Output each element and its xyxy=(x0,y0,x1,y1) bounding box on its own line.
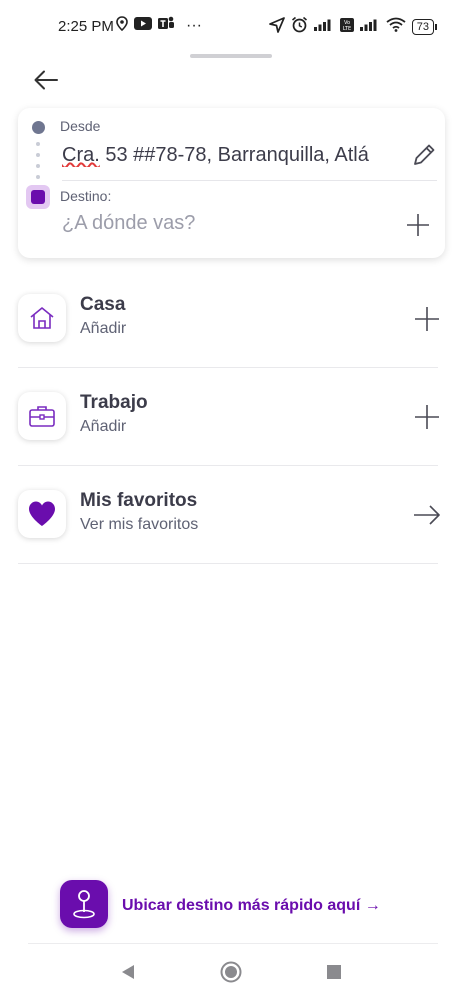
origin-value-abbrev: Cra. xyxy=(62,144,100,166)
svg-text:LTE: LTE xyxy=(343,26,351,32)
saved-place-title: Trabajo xyxy=(80,392,148,413)
open-favorites-button[interactable] xyxy=(412,500,442,530)
origin-label: Desde xyxy=(60,118,101,134)
saved-place-subtitle: Añadir xyxy=(80,320,127,337)
bottom-divider xyxy=(28,943,438,944)
origin-value-rest: 53 ##78-78, Barranquilla, Atlá xyxy=(99,144,369,166)
destination-label: Destino: xyxy=(60,188,112,204)
arrow-left-icon xyxy=(33,69,59,96)
promo-text: Ubicar destino más rápido aquí → xyxy=(122,897,381,914)
back-button[interactable] xyxy=(30,66,62,98)
system-nav-bar xyxy=(0,950,462,1000)
saved-place-subtitle: Ver mis favoritos xyxy=(80,516,199,533)
more-dots: ··· xyxy=(186,17,202,34)
quick-destination-button[interactable]: Ubicar destino más rápido aquí → xyxy=(60,880,420,930)
battery-icon: 73 xyxy=(411,19,438,35)
square-recents-icon xyxy=(326,964,342,985)
route-connector xyxy=(36,142,41,186)
plus-icon xyxy=(412,405,442,436)
saved-place-subtitle: Añadir xyxy=(80,418,127,435)
plus-icon xyxy=(405,214,431,242)
saved-place-favorites[interactable]: Mis favoritos Ver mis favoritos xyxy=(18,468,440,566)
origin-field[interactable]: Cra. 53 ##78-78, Barranquilla, Atlá xyxy=(62,144,402,167)
add-home-button[interactable] xyxy=(412,304,442,334)
status-time: 2:25 PM xyxy=(58,18,114,35)
saved-place-work[interactable]: Trabajo Añadir xyxy=(18,370,439,468)
destination-marker-icon xyxy=(26,185,50,209)
home-icon xyxy=(18,294,66,342)
saved-place-title: Casa xyxy=(80,294,126,315)
location-pin-icon xyxy=(116,16,128,36)
status-bar: 2:25 PM ··· Vo LTE 73 xyxy=(0,0,462,50)
route-card: Desde Cra. 53 ##78-78, Barranquilla, Atl… xyxy=(18,108,445,258)
triangle-back-icon xyxy=(120,964,136,985)
origin-dot-icon xyxy=(32,121,45,134)
nav-back-button[interactable] xyxy=(116,962,140,986)
destination-input[interactable] xyxy=(62,212,392,235)
signal-icon-2 xyxy=(359,18,380,36)
edit-origin-button[interactable] xyxy=(411,142,437,168)
alarm-icon xyxy=(291,16,308,38)
add-work-button[interactable] xyxy=(412,402,442,432)
saved-place-home[interactable]: Casa Añadir xyxy=(18,272,439,370)
nav-recents-button[interactable] xyxy=(322,962,346,986)
briefcase-icon xyxy=(18,392,66,440)
card-divider xyxy=(62,180,437,181)
nav-home-button[interactable] xyxy=(219,960,243,989)
plus-icon xyxy=(412,307,442,338)
pencil-icon xyxy=(411,144,437,172)
arrow-right-icon xyxy=(412,505,442,534)
circle-home-icon xyxy=(219,960,243,989)
saved-place-title: Mis favoritos xyxy=(80,490,198,511)
list-divider xyxy=(18,563,438,564)
teams-icon xyxy=(158,16,174,36)
volte-icon: Vo LTE xyxy=(339,17,354,37)
signal-icon xyxy=(313,18,334,36)
youtube-icon xyxy=(134,17,152,35)
navigation-arrow-icon xyxy=(268,16,285,38)
map-pin-icon xyxy=(60,880,108,928)
add-destination-button[interactable] xyxy=(405,212,431,238)
drag-handle[interactable] xyxy=(190,54,272,58)
list-divider xyxy=(18,367,438,368)
wifi-icon xyxy=(386,17,406,37)
heart-icon xyxy=(18,490,66,538)
list-divider xyxy=(18,465,438,466)
